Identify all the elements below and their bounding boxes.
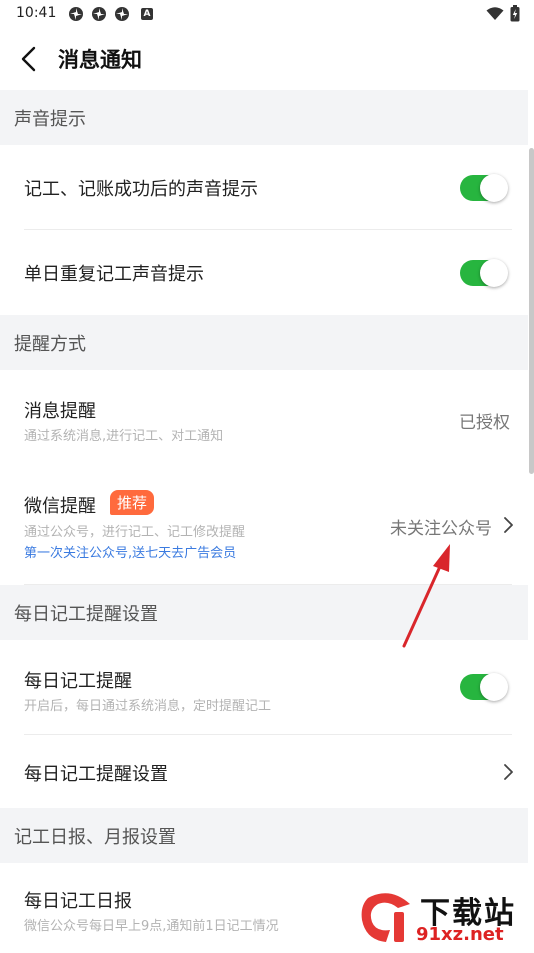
wechat-promo-link[interactable]: 第一次关注公众号,送七天去广告会员 (24, 542, 236, 561)
pinwheel-icon (92, 7, 106, 21)
pinwheel-icon (69, 7, 83, 21)
scrollbar[interactable] (529, 148, 534, 474)
back-button[interactable] (14, 42, 46, 76)
wechat-status-value: 未关注公众号 (390, 519, 492, 539)
row-title: 微信提醒 (24, 496, 96, 517)
row-sound-repeat: 单日重复记工声音提示 (0, 230, 528, 315)
row-subtitle: 通过系统消息,进行记工、对工通知 (24, 429, 224, 444)
sound-repeat-toggle[interactable] (460, 259, 508, 287)
message-status-value: 已授权 (459, 413, 510, 433)
row-title: 每日记工提醒设置 (24, 764, 168, 785)
row-subtitle: 微信公众号每日早上9点,通知前1日记工情况 (24, 919, 279, 934)
battery-icon (510, 5, 520, 22)
a-notification-icon: A (141, 8, 153, 20)
row-title: 每日记工日报 (24, 891, 132, 912)
watermark-bottom-text: 91xz.net (416, 924, 504, 945)
daily-remind-toggle[interactable] (460, 673, 508, 701)
chevron-left-icon (21, 46, 36, 72)
row-title: 记工、记账成功后的声音提示 (24, 179, 258, 200)
watermark-logo-icon (361, 893, 410, 942)
row-wechat-remind[interactable]: 微信提醒 推荐 通过公众号，进行记工、记工修改提醒 第一次关注公众号,送七天去广… (0, 469, 528, 585)
recommend-badge: 推荐 (110, 490, 155, 515)
row-title: 消息提醒 (24, 401, 96, 422)
divider (24, 584, 512, 585)
status-time: 10:41 (16, 5, 57, 21)
row-subtitle: 开启后，每日通过系统消息，定时提醒记工 (24, 699, 272, 714)
section-header-report: 记工日报、月报设置 (0, 808, 528, 863)
status-bar: 10:41 A (0, 0, 534, 28)
pinwheel-icon (115, 7, 129, 21)
row-daily-remind: 每日记工提醒 开启后，每日通过系统消息，定时提醒记工 (0, 640, 528, 735)
chevron-right-icon (504, 517, 513, 533)
toggle-knob (480, 673, 508, 701)
row-message-remind[interactable]: 消息提醒 通过系统消息,进行记工、对工通知 已授权 (0, 370, 528, 469)
section-header-daily: 每日记工提醒设置 (0, 585, 528, 640)
settings-list: 声音提示 记工、记账成功后的声音提示 单日重复记工声音提示 提醒方式 消息提醒 … (0, 90, 528, 953)
row-subtitle: 通过公众号，进行记工、记工修改提醒 (24, 525, 246, 540)
app-header: 消息通知 (0, 28, 534, 90)
row-title: 每日记工提醒 (24, 671, 132, 692)
toggle-knob (480, 174, 508, 202)
wifi-icon (486, 6, 504, 20)
status-right-icons (486, 5, 520, 22)
row-title: 单日重复记工声音提示 (24, 264, 204, 285)
sound-success-toggle[interactable] (460, 174, 508, 202)
watermark: 下载站 91xz.net (360, 888, 530, 948)
page-title: 消息通知 (58, 48, 142, 72)
toggle-knob (480, 259, 508, 287)
section-header-sound: 声音提示 (0, 90, 528, 145)
section-header-remind: 提醒方式 (0, 315, 528, 370)
chevron-right-icon (504, 764, 513, 780)
status-notification-icons: A (68, 6, 153, 22)
row-daily-remind-settings[interactable]: 每日记工提醒设置 (0, 735, 528, 808)
row-sound-success: 记工、记账成功后的声音提示 (0, 145, 528, 230)
